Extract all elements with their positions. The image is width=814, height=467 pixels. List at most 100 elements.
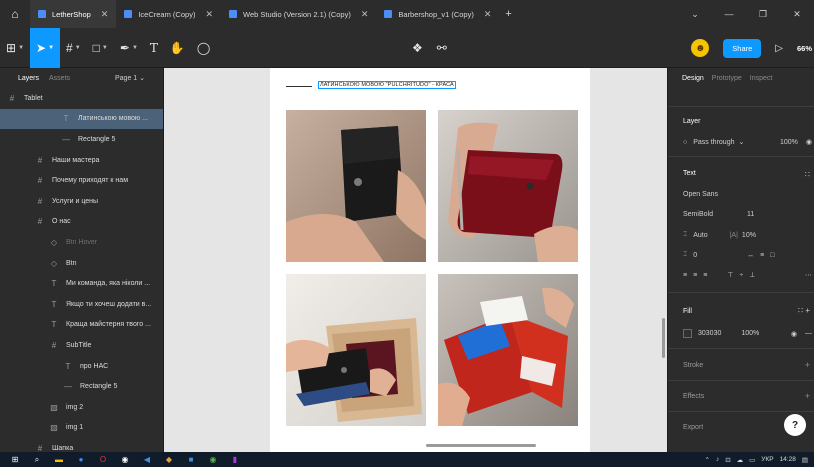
tab-design[interactable]: Design — [682, 75, 704, 82]
layer-item[interactable]: — Rectangle 5 — [0, 376, 163, 397]
comment-tool-button[interactable]: ◯ — [191, 28, 216, 68]
align-right-icon[interactable]: ≡ — [703, 272, 707, 279]
horizontal-scrollbar[interactable] — [426, 444, 536, 447]
fixed-size-icon[interactable]: □ — [770, 252, 774, 259]
align-bottom-icon[interactable]: ⊥ — [749, 271, 755, 279]
layer-item[interactable]: # Шапка — [0, 438, 163, 452]
layer-item[interactable]: # SubTitle — [0, 335, 163, 356]
frame-tool-button[interactable]: # ▼ — [60, 28, 87, 68]
main-menu-button[interactable]: ⊞ ▼ — [0, 28, 30, 68]
fill-color-swatch[interactable] — [683, 329, 692, 338]
edge-icon[interactable]: ● — [74, 452, 88, 467]
image-red-wallet[interactable] — [438, 110, 578, 262]
add-effect-icon[interactable]: + — [805, 391, 810, 401]
search-icon[interactable]: ⌕ — [30, 452, 44, 467]
vertical-scrollbar[interactable] — [662, 318, 665, 358]
letter-spacing-input[interactable]: 10% — [742, 232, 756, 239]
close-icon[interactable]: ✕ — [484, 9, 492, 20]
app-icon[interactable]: ◆ — [162, 452, 176, 467]
tab-layers[interactable]: Layers — [18, 75, 39, 82]
tab-prototype[interactable]: Prototype — [712, 75, 742, 82]
layer-item[interactable]: Tпро НАС — [0, 356, 163, 377]
cloud-icon[interactable]: ☁ — [737, 456, 744, 464]
close-window-icon[interactable]: ✕ — [780, 9, 814, 20]
fill-actions-icon[interactable]: ∷ + — [798, 306, 810, 315]
image-wallet-gift-box[interactable] — [286, 274, 426, 426]
align-left-icon[interactable]: ≡ — [683, 272, 687, 279]
font-size-input[interactable]: 11 — [747, 211, 754, 218]
tab-web-studio[interactable]: Web Studio (Version 2.1) (Copy) ✕ — [221, 0, 376, 28]
zoom-level[interactable]: 66% — [797, 44, 812, 53]
layer-item[interactable]: # Услуги и цены — [0, 191, 163, 212]
page-selector[interactable]: Page 1 ⌄ — [115, 74, 145, 82]
canvas[interactable]: ЛАТИНСЬКОЮ МОВОЮ "PULCHRITUDO" - КРАСА — [164, 68, 667, 452]
align-top-icon[interactable]: ⊤ — [727, 271, 733, 279]
network-icon[interactable]: ⊡ — [725, 456, 730, 464]
tab-assets[interactable]: Assets — [49, 75, 70, 82]
file-explorer-icon[interactable]: ▬ — [52, 452, 66, 467]
layer-item[interactable]: — Rectangle 5 — [0, 129, 163, 150]
word-icon[interactable]: ■ — [184, 452, 198, 467]
tab-inspect[interactable]: Inspect — [750, 75, 773, 82]
layer-item[interactable]: T Ми команда, яка ніколи ... — [0, 273, 163, 294]
text-tool-button[interactable]: T — [144, 28, 164, 68]
pen-tool-button[interactable]: ✒ ▼ — [114, 28, 144, 68]
battery-icon[interactable]: ▭ — [749, 456, 755, 464]
align-middle-icon[interactable]: ÷ — [739, 272, 743, 279]
text-styles-icon[interactable]: ∷ — [805, 170, 810, 179]
link-icon[interactable]: ⚯ — [437, 41, 447, 55]
windows-start-icon[interactable]: ⊞ — [8, 452, 22, 467]
minimize-icon[interactable]: — — [712, 9, 746, 19]
tab-icecream[interactable]: IceCream (Copy) ✕ — [116, 0, 221, 28]
auto-width-icon[interactable]: ↔ — [747, 252, 754, 259]
paragraph-spacing-input[interactable]: 0 — [693, 252, 697, 259]
remove-icon[interactable]: — — [805, 330, 812, 337]
chevron-down-icon[interactable]: ⌄ — [678, 9, 712, 20]
shape-tool-button[interactable]: □ ▼ — [87, 28, 114, 68]
selected-text-layer[interactable]: ЛАТИНСЬКОЮ МОВОЮ "PULCHRITUDO" - КРАСА — [318, 81, 456, 89]
eye-icon[interactable]: ◉ — [806, 138, 812, 146]
share-button[interactable]: Share — [723, 38, 762, 58]
tab-lethershop[interactable]: LetherShop ✕ — [30, 0, 117, 28]
close-icon[interactable]: ✕ — [205, 9, 213, 20]
help-button[interactable]: ? — [784, 414, 806, 436]
hand-tool-button[interactable]: ✋ — [164, 28, 191, 68]
notifications-icon[interactable]: ▤ — [802, 456, 808, 464]
layer-item[interactable]: ◇ Btn Hover — [0, 232, 163, 253]
layer-item[interactable]: # О нас — [0, 212, 163, 233]
app-icon[interactable]: ◉ — [206, 452, 220, 467]
layer-opacity[interactable]: 100% — [780, 139, 798, 146]
layer-item[interactable]: ▧ img 2 — [0, 397, 163, 418]
present-icon[interactable]: ▷ — [775, 43, 783, 54]
new-tab-icon[interactable]: + — [505, 8, 511, 20]
layer-item[interactable]: T Якщо ти хочеш додати в... — [0, 294, 163, 315]
chrome-icon[interactable]: ◉ — [118, 452, 132, 467]
image-open-red-wallet[interactable] — [438, 274, 578, 426]
language-indicator[interactable]: УКР — [761, 456, 773, 463]
align-center-icon[interactable]: ≡ — [693, 272, 697, 279]
layer-item[interactable]: # Наши мастера — [0, 150, 163, 171]
maximize-icon[interactable]: ❐ — [746, 9, 780, 20]
auto-height-icon[interactable]: ≡ — [760, 252, 764, 259]
figma-app-icon[interactable]: ▮ — [228, 452, 242, 467]
font-weight-select[interactable]: SemiBold — [683, 211, 713, 218]
chevron-up-icon[interactable]: ⌃ — [704, 456, 709, 464]
avatar[interactable]: ☻ — [691, 39, 710, 57]
blend-mode-select[interactable]: Pass through — [693, 139, 734, 146]
fill-hex-input[interactable]: 303030 — [698, 330, 721, 337]
chevron-down-icon[interactable]: ⌄ — [738, 138, 744, 146]
close-icon[interactable]: ✕ — [101, 9, 109, 20]
opera-icon[interactable]: O — [96, 452, 110, 467]
layer-item[interactable]: T Латинською мовою ... — [0, 108, 163, 130]
home-icon[interactable]: ⌂ — [0, 0, 30, 28]
move-tool-button[interactable]: ➤ ▼ — [30, 27, 61, 68]
fill-opacity-input[interactable]: 100% — [741, 330, 759, 337]
layer-item[interactable]: ▧ img 1 — [0, 418, 163, 439]
more-options-icon[interactable]: ⋯ — [805, 271, 812, 279]
close-icon[interactable]: ✕ — [361, 9, 369, 20]
layer-item[interactable]: T Краща майстерня твого ... — [0, 315, 163, 336]
eye-icon[interactable]: ◉ — [791, 330, 797, 338]
font-family-select[interactable]: Open Sans — [683, 191, 718, 198]
rectangle-5[interactable] — [286, 86, 312, 87]
add-stroke-icon[interactable]: + — [805, 360, 810, 370]
